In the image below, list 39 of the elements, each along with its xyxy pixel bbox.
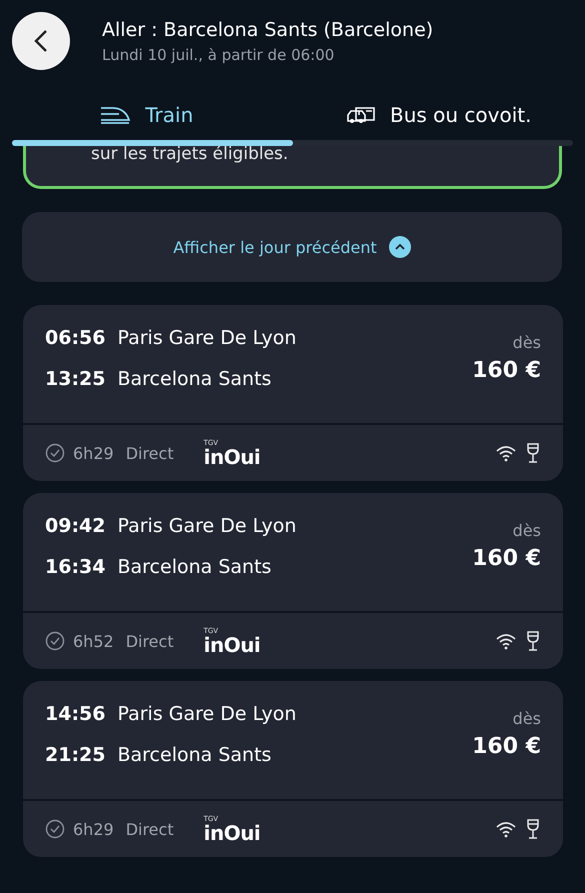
- wifi-icon: [495, 820, 517, 838]
- chevron-up-icon: [388, 236, 411, 258]
- departure-time: 14:56: [45, 703, 106, 725]
- departure-station: Paris Gare De Lyon: [117, 703, 296, 725]
- price-prefix: dès: [512, 709, 541, 728]
- arrival-station: Barcelona Sants: [117, 556, 272, 578]
- date-subtitle: Lundi 10 juil., à partir de 06:00: [102, 46, 336, 64]
- previous-day-button[interactable]: Afficher le jour précédent: [22, 212, 562, 282]
- page-title: Aller : Barcelona Sants (Barcelone): [102, 18, 434, 40]
- wifi-icon: [495, 444, 517, 462]
- duration: 6h52: [73, 632, 114, 650]
- duration: 6h29: [73, 444, 114, 462]
- wine-glass-icon: [525, 442, 541, 464]
- arrival-station: Barcelona Sants: [117, 368, 272, 390]
- arrival-time: 16:34: [45, 556, 106, 578]
- connection-type: Direct: [126, 632, 174, 650]
- price: 160 €: [472, 546, 541, 571]
- price: 160 €: [472, 734, 541, 759]
- departure-time: 09:42: [45, 515, 106, 537]
- price-prefix: dès: [512, 333, 541, 352]
- departure-station: Paris Gare De Lyon: [117, 327, 296, 349]
- arrival-time: 21:25: [45, 744, 106, 766]
- train-icon: [99, 105, 132, 125]
- mode-tab[interactable]: Bus ou covoit.: [292, 96, 585, 134]
- connection-type: Direct: [126, 820, 174, 838]
- duration: 6h29: [73, 820, 114, 838]
- vehicles-icon: [346, 105, 376, 125]
- price: 160 €: [472, 358, 541, 383]
- connection-type: Direct: [126, 444, 174, 462]
- departure-time: 06:56: [45, 327, 106, 349]
- price-prefix: dès: [512, 521, 541, 540]
- mode-tab[interactable]: Train: [0, 96, 292, 134]
- wifi-icon: [495, 632, 517, 650]
- wine-glass-icon: [525, 630, 541, 652]
- chevron-left-icon: [33, 29, 49, 53]
- arrival-station: Barcelona Sants: [117, 744, 272, 766]
- arrival-time: 13:25: [45, 368, 106, 390]
- wine-glass-icon: [525, 818, 541, 840]
- departure-station: Paris Gare De Lyon: [117, 515, 296, 537]
